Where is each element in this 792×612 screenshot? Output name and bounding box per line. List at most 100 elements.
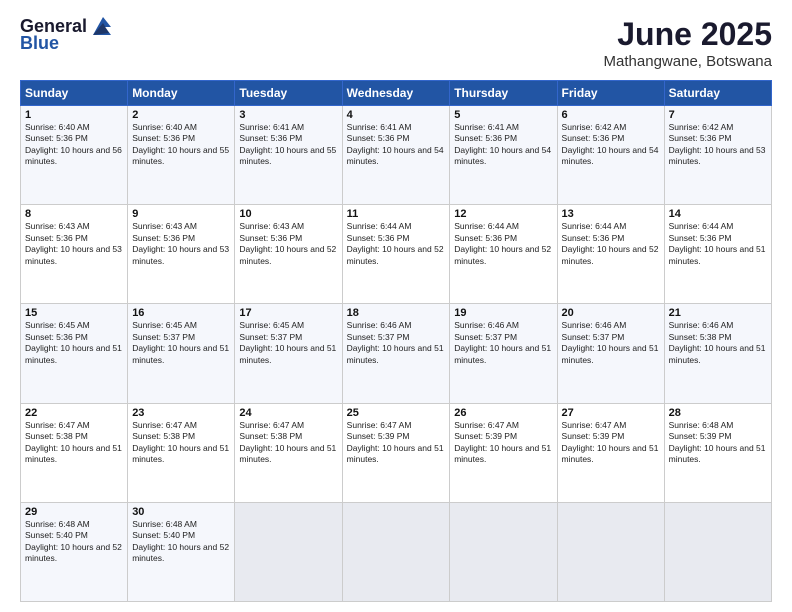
day-content: Sunrise: 6:43 AMSunset: 5:36 PMDaylight:…	[239, 221, 337, 267]
logo-icon	[89, 17, 111, 35]
day-content: Sunrise: 6:47 AMSunset: 5:39 PMDaylight:…	[562, 420, 660, 466]
day-number: 6	[562, 109, 660, 121]
day-content: Sunrise: 6:47 AMSunset: 5:38 PMDaylight:…	[25, 420, 123, 466]
day-content: Sunrise: 6:46 AMSunset: 5:37 PMDaylight:…	[347, 320, 446, 366]
day-content: Sunrise: 6:42 AMSunset: 5:36 PMDaylight:…	[562, 122, 660, 168]
day-number: 3	[239, 109, 337, 121]
table-row: 22Sunrise: 6:47 AMSunset: 5:38 PMDayligh…	[21, 403, 128, 502]
day-content: Sunrise: 6:40 AMSunset: 5:36 PMDaylight:…	[25, 122, 123, 168]
day-number: 26	[454, 407, 552, 419]
day-number: 11	[347, 208, 446, 220]
day-content: Sunrise: 6:41 AMSunset: 5:36 PMDaylight:…	[454, 122, 552, 168]
table-row	[235, 502, 342, 601]
table-row: 27Sunrise: 6:47 AMSunset: 5:39 PMDayligh…	[557, 403, 664, 502]
table-row: 30Sunrise: 6:48 AMSunset: 5:40 PMDayligh…	[128, 502, 235, 601]
calendar-header-row: Sunday Monday Tuesday Wednesday Thursday…	[21, 81, 772, 106]
day-content: Sunrise: 6:46 AMSunset: 5:38 PMDaylight:…	[669, 320, 767, 366]
day-number: 14	[669, 208, 767, 220]
day-number: 18	[347, 307, 446, 319]
table-row: 2Sunrise: 6:40 AMSunset: 5:36 PMDaylight…	[128, 106, 235, 205]
day-number: 16	[132, 307, 230, 319]
day-number: 24	[239, 407, 337, 419]
col-tuesday: Tuesday	[235, 81, 342, 106]
day-content: Sunrise: 6:45 AMSunset: 5:36 PMDaylight:…	[25, 320, 123, 366]
table-row	[664, 502, 771, 601]
table-row: 8Sunrise: 6:43 AMSunset: 5:36 PMDaylight…	[21, 205, 128, 304]
day-content: Sunrise: 6:48 AMSunset: 5:40 PMDaylight:…	[132, 519, 230, 565]
col-thursday: Thursday	[450, 81, 557, 106]
calendar-table: Sunday Monday Tuesday Wednesday Thursday…	[20, 80, 772, 602]
table-row: 7Sunrise: 6:42 AMSunset: 5:36 PMDaylight…	[664, 106, 771, 205]
day-number: 22	[25, 407, 123, 419]
month-title: June 2025	[604, 16, 772, 53]
day-content: Sunrise: 6:47 AMSunset: 5:38 PMDaylight:…	[132, 420, 230, 466]
table-row: 25Sunrise: 6:47 AMSunset: 5:39 PMDayligh…	[342, 403, 450, 502]
table-row: 13Sunrise: 6:44 AMSunset: 5:36 PMDayligh…	[557, 205, 664, 304]
col-monday: Monday	[128, 81, 235, 106]
day-content: Sunrise: 6:44 AMSunset: 5:36 PMDaylight:…	[454, 221, 552, 267]
day-content: Sunrise: 6:48 AMSunset: 5:39 PMDaylight:…	[669, 420, 767, 466]
day-number: 4	[347, 109, 446, 121]
table-row: 1Sunrise: 6:40 AMSunset: 5:36 PMDaylight…	[21, 106, 128, 205]
day-number: 2	[132, 109, 230, 121]
table-row: 29Sunrise: 6:48 AMSunset: 5:40 PMDayligh…	[21, 502, 128, 601]
day-content: Sunrise: 6:47 AMSunset: 5:39 PMDaylight:…	[454, 420, 552, 466]
day-number: 13	[562, 208, 660, 220]
day-content: Sunrise: 6:40 AMSunset: 5:36 PMDaylight:…	[132, 122, 230, 168]
day-content: Sunrise: 6:43 AMSunset: 5:36 PMDaylight:…	[132, 221, 230, 267]
table-row: 14Sunrise: 6:44 AMSunset: 5:36 PMDayligh…	[664, 205, 771, 304]
table-row: 23Sunrise: 6:47 AMSunset: 5:38 PMDayligh…	[128, 403, 235, 502]
day-number: 27	[562, 407, 660, 419]
table-row: 5Sunrise: 6:41 AMSunset: 5:36 PMDaylight…	[450, 106, 557, 205]
calendar-row: 8Sunrise: 6:43 AMSunset: 5:36 PMDaylight…	[21, 205, 772, 304]
logo: General Blue	[20, 16, 111, 54]
day-number: 19	[454, 307, 552, 319]
day-number: 25	[347, 407, 446, 419]
day-content: Sunrise: 6:47 AMSunset: 5:39 PMDaylight:…	[347, 420, 446, 466]
day-number: 8	[25, 208, 123, 220]
table-row	[450, 502, 557, 601]
day-content: Sunrise: 6:45 AMSunset: 5:37 PMDaylight:…	[239, 320, 337, 366]
col-wednesday: Wednesday	[342, 81, 450, 106]
page: General Blue June 2025 Mathangwane, Bots…	[0, 0, 792, 612]
day-number: 15	[25, 307, 123, 319]
day-number: 29	[25, 506, 123, 518]
table-row: 16Sunrise: 6:45 AMSunset: 5:37 PMDayligh…	[128, 304, 235, 403]
location: Mathangwane, Botswana	[604, 53, 772, 70]
day-number: 30	[132, 506, 230, 518]
table-row: 6Sunrise: 6:42 AMSunset: 5:36 PMDaylight…	[557, 106, 664, 205]
table-row: 28Sunrise: 6:48 AMSunset: 5:39 PMDayligh…	[664, 403, 771, 502]
day-number: 17	[239, 307, 337, 319]
day-number: 5	[454, 109, 552, 121]
table-row: 10Sunrise: 6:43 AMSunset: 5:36 PMDayligh…	[235, 205, 342, 304]
table-row: 9Sunrise: 6:43 AMSunset: 5:36 PMDaylight…	[128, 205, 235, 304]
col-friday: Friday	[557, 81, 664, 106]
day-content: Sunrise: 6:44 AMSunset: 5:36 PMDaylight:…	[347, 221, 446, 267]
table-row: 4Sunrise: 6:41 AMSunset: 5:36 PMDaylight…	[342, 106, 450, 205]
col-saturday: Saturday	[664, 81, 771, 106]
day-number: 12	[454, 208, 552, 220]
day-number: 28	[669, 407, 767, 419]
day-number: 20	[562, 307, 660, 319]
table-row: 12Sunrise: 6:44 AMSunset: 5:36 PMDayligh…	[450, 205, 557, 304]
table-row: 24Sunrise: 6:47 AMSunset: 5:38 PMDayligh…	[235, 403, 342, 502]
calendar-row: 29Sunrise: 6:48 AMSunset: 5:40 PMDayligh…	[21, 502, 772, 601]
table-row: 21Sunrise: 6:46 AMSunset: 5:38 PMDayligh…	[664, 304, 771, 403]
calendar-row: 22Sunrise: 6:47 AMSunset: 5:38 PMDayligh…	[21, 403, 772, 502]
day-content: Sunrise: 6:45 AMSunset: 5:37 PMDaylight:…	[132, 320, 230, 366]
table-row: 3Sunrise: 6:41 AMSunset: 5:36 PMDaylight…	[235, 106, 342, 205]
table-row: 19Sunrise: 6:46 AMSunset: 5:37 PMDayligh…	[450, 304, 557, 403]
day-content: Sunrise: 6:48 AMSunset: 5:40 PMDaylight:…	[25, 519, 123, 565]
day-number: 23	[132, 407, 230, 419]
day-content: Sunrise: 6:41 AMSunset: 5:36 PMDaylight:…	[239, 122, 337, 168]
day-number: 9	[132, 208, 230, 220]
day-content: Sunrise: 6:41 AMSunset: 5:36 PMDaylight:…	[347, 122, 446, 168]
day-content: Sunrise: 6:47 AMSunset: 5:38 PMDaylight:…	[239, 420, 337, 466]
table-row: 17Sunrise: 6:45 AMSunset: 5:37 PMDayligh…	[235, 304, 342, 403]
day-content: Sunrise: 6:44 AMSunset: 5:36 PMDaylight:…	[562, 221, 660, 267]
day-content: Sunrise: 6:46 AMSunset: 5:37 PMDaylight:…	[454, 320, 552, 366]
table-row: 15Sunrise: 6:45 AMSunset: 5:36 PMDayligh…	[21, 304, 128, 403]
calendar-row: 1Sunrise: 6:40 AMSunset: 5:36 PMDaylight…	[21, 106, 772, 205]
day-content: Sunrise: 6:43 AMSunset: 5:36 PMDaylight:…	[25, 221, 123, 267]
day-number: 21	[669, 307, 767, 319]
